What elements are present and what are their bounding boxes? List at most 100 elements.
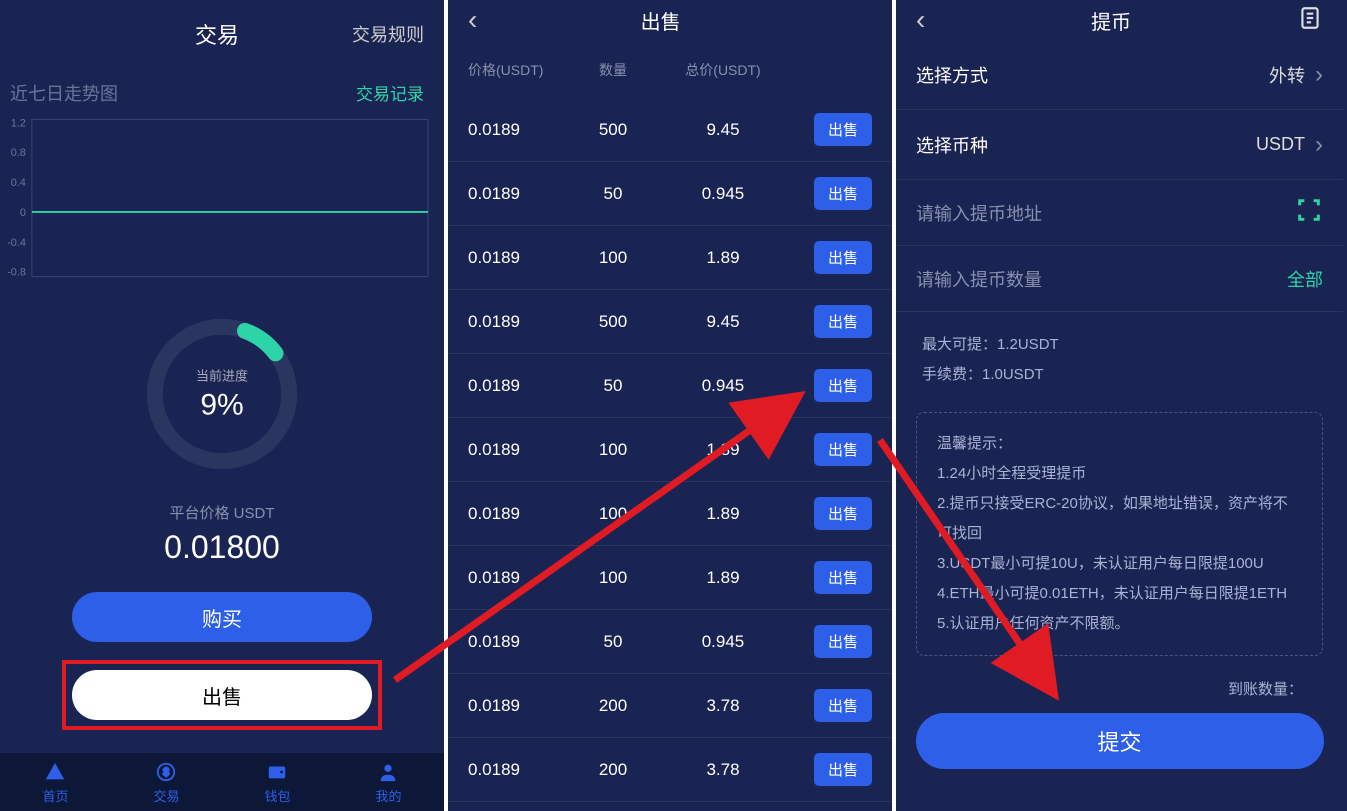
- coin-value: USDT: [1256, 134, 1305, 155]
- tab-trade[interactable]: $ 交易: [153, 760, 179, 805]
- cell-total: 1.89: [658, 568, 788, 588]
- trade-screen: 交易 交易规则 近七日走势图 交易记录 1.2 0.8 0.4 0 -0.4 -…: [0, 0, 448, 811]
- svg-text:0: 0: [20, 207, 26, 219]
- info-lines: 最大可提：1.2USDT 手续费：1.0USDT: [896, 312, 1343, 400]
- price-label: 平台价格 USDT: [0, 502, 444, 523]
- row-sell-button[interactable]: 出售: [814, 433, 872, 466]
- wallet-icon: [265, 760, 289, 784]
- method-row[interactable]: 选择方式 外转 ›: [896, 40, 1343, 110]
- profile-icon: [376, 760, 400, 784]
- cell-qty: 50: [568, 184, 658, 204]
- sell-button-highlight: 出售: [62, 660, 382, 730]
- records-icon[interactable]: [1297, 5, 1323, 36]
- cell-qty: 100: [568, 440, 658, 460]
- submit-button[interactable]: 提交: [916, 713, 1324, 769]
- row-sell-button[interactable]: 出售: [814, 241, 872, 274]
- cell-qty: 100: [568, 248, 658, 268]
- cell-qty: 100: [568, 568, 658, 588]
- scan-icon[interactable]: [1295, 196, 1323, 229]
- table-row: 0.01892003.78出售: [448, 674, 892, 738]
- coin-label: 选择币种: [916, 132, 988, 158]
- rules-link[interactable]: 交易规则: [352, 21, 424, 47]
- tip-line: 1.24小时全程受理提币: [937, 459, 1302, 489]
- cell-total: 0.945: [658, 184, 788, 204]
- cell-price: 0.0189: [468, 760, 568, 780]
- all-button[interactable]: 全部: [1287, 266, 1323, 292]
- quantity-input[interactable]: 请输入提币数量: [916, 266, 1042, 292]
- tips-title: 温馨提示：: [937, 429, 1302, 459]
- col-price: 价格(USDT): [468, 60, 568, 80]
- history-link[interactable]: 交易记录: [356, 80, 424, 106]
- quantity-input-row[interactable]: 请输入提币数量 全部: [896, 246, 1343, 312]
- tip-line: 3.USDT最小可提10U，未认证用户每日限提100U: [937, 549, 1302, 579]
- cell-qty: 500: [568, 312, 658, 332]
- tip-line: 4.ETH最小可提0.01ETH，未认证用户每日限提1ETH: [937, 579, 1302, 609]
- cell-total: 1.89: [658, 440, 788, 460]
- home-icon: [43, 760, 67, 784]
- cell-price: 0.0189: [468, 312, 568, 332]
- coin-row[interactable]: 选择币种 USDT ›: [896, 110, 1343, 180]
- row-sell-button[interactable]: 出售: [814, 561, 872, 594]
- progress-ring: 当前进度 9%: [0, 314, 444, 474]
- svg-text:0.4: 0.4: [11, 177, 26, 189]
- chart-svg: 1.2 0.8 0.4 0 -0.4 -0.8 07/05 07/06 07/0…: [8, 114, 436, 284]
- table-row: 0.01891001.89出售: [448, 226, 892, 290]
- back-button[interactable]: ‹: [916, 4, 925, 36]
- buy-button[interactable]: 购买: [72, 592, 372, 642]
- page-title: 出售: [477, 6, 844, 35]
- address-input-row[interactable]: 请输入提币地址: [896, 180, 1343, 246]
- cell-price: 0.0189: [468, 184, 568, 204]
- row-sell-button[interactable]: 出售: [814, 305, 872, 338]
- svg-text:0.8: 0.8: [11, 147, 26, 159]
- tip-line: 5.认证用户任何资产不限额。: [937, 609, 1302, 639]
- table-header: 价格(USDT) 数量 总价(USDT): [448, 40, 892, 98]
- row-sell-button[interactable]: 出售: [814, 369, 872, 402]
- bottom-tabbar: 首页 $ 交易 钱包 我的: [0, 753, 444, 811]
- svg-text:1.2: 1.2: [11, 117, 26, 129]
- progress-percent: 9%: [196, 389, 248, 423]
- cell-total: 9.45: [658, 312, 788, 332]
- cell-qty: 500: [568, 120, 658, 140]
- row-sell-button[interactable]: 出售: [814, 177, 872, 210]
- sell-button[interactable]: 出售: [72, 670, 372, 720]
- page-title: 提币: [925, 6, 1297, 35]
- tab-profile[interactable]: 我的: [375, 760, 401, 805]
- tab-home[interactable]: 首页: [42, 760, 68, 805]
- address-input[interactable]: 请输入提币地址: [916, 200, 1042, 226]
- trend-chart: 1.2 0.8 0.4 0 -0.4 -0.8 07/05 07/06 07/0…: [0, 114, 444, 284]
- row-sell-button[interactable]: 出售: [814, 753, 872, 786]
- order-list[interactable]: 0.01895009.45出售0.0189500.945出售0.01891001…: [448, 98, 892, 802]
- row-sell-button[interactable]: 出售: [814, 625, 872, 658]
- subheader: 近七日走势图 交易记录: [0, 60, 444, 114]
- chart-title: 近七日走势图: [10, 80, 118, 106]
- price-value: 0.01800: [0, 529, 444, 566]
- row-sell-button[interactable]: 出售: [814, 113, 872, 146]
- cell-total: 0.945: [658, 632, 788, 652]
- tab-wallet[interactable]: 钱包: [264, 760, 290, 805]
- max-withdraw-label: 最大可提：1.2USDT: [922, 330, 1317, 360]
- col-total: 总价(USDT): [658, 60, 788, 80]
- cell-total: 3.78: [658, 760, 788, 780]
- cell-total: 0.945: [658, 376, 788, 396]
- cell-price: 0.0189: [468, 120, 568, 140]
- tip-line: 2.提币只接受ERC-20协议，如果地址错误，资产将不可找回: [937, 489, 1302, 549]
- table-row: 0.0189500.945出售: [448, 610, 892, 674]
- cell-qty: 100: [568, 504, 658, 524]
- table-row: 0.01895009.45 出售: [448, 290, 892, 354]
- cell-qty: 200: [568, 760, 658, 780]
- panel2-header: ‹ 出售: [448, 0, 892, 40]
- back-button[interactable]: ‹: [468, 4, 477, 36]
- panel1-header: 交易 交易规则: [0, 0, 444, 60]
- row-sell-button[interactable]: 出售: [814, 497, 872, 530]
- cell-qty: 50: [568, 632, 658, 652]
- cell-total: 9.45: [658, 120, 788, 140]
- svg-text:-0.4: -0.4: [8, 237, 26, 249]
- panel3-header: ‹ 提币: [896, 0, 1343, 40]
- cell-total: 3.78: [658, 696, 788, 716]
- row-sell-button[interactable]: 出售: [814, 689, 872, 722]
- col-qty: 数量: [568, 60, 658, 80]
- tips-box: 温馨提示： 1.24小时全程受理提币 2.提币只接受ERC-20协议，如果地址错…: [916, 412, 1323, 656]
- fee-label: 手续费：1.0USDT: [922, 360, 1317, 390]
- svg-text:$: $: [163, 766, 169, 778]
- chevron-right-icon: ›: [1315, 61, 1323, 89]
